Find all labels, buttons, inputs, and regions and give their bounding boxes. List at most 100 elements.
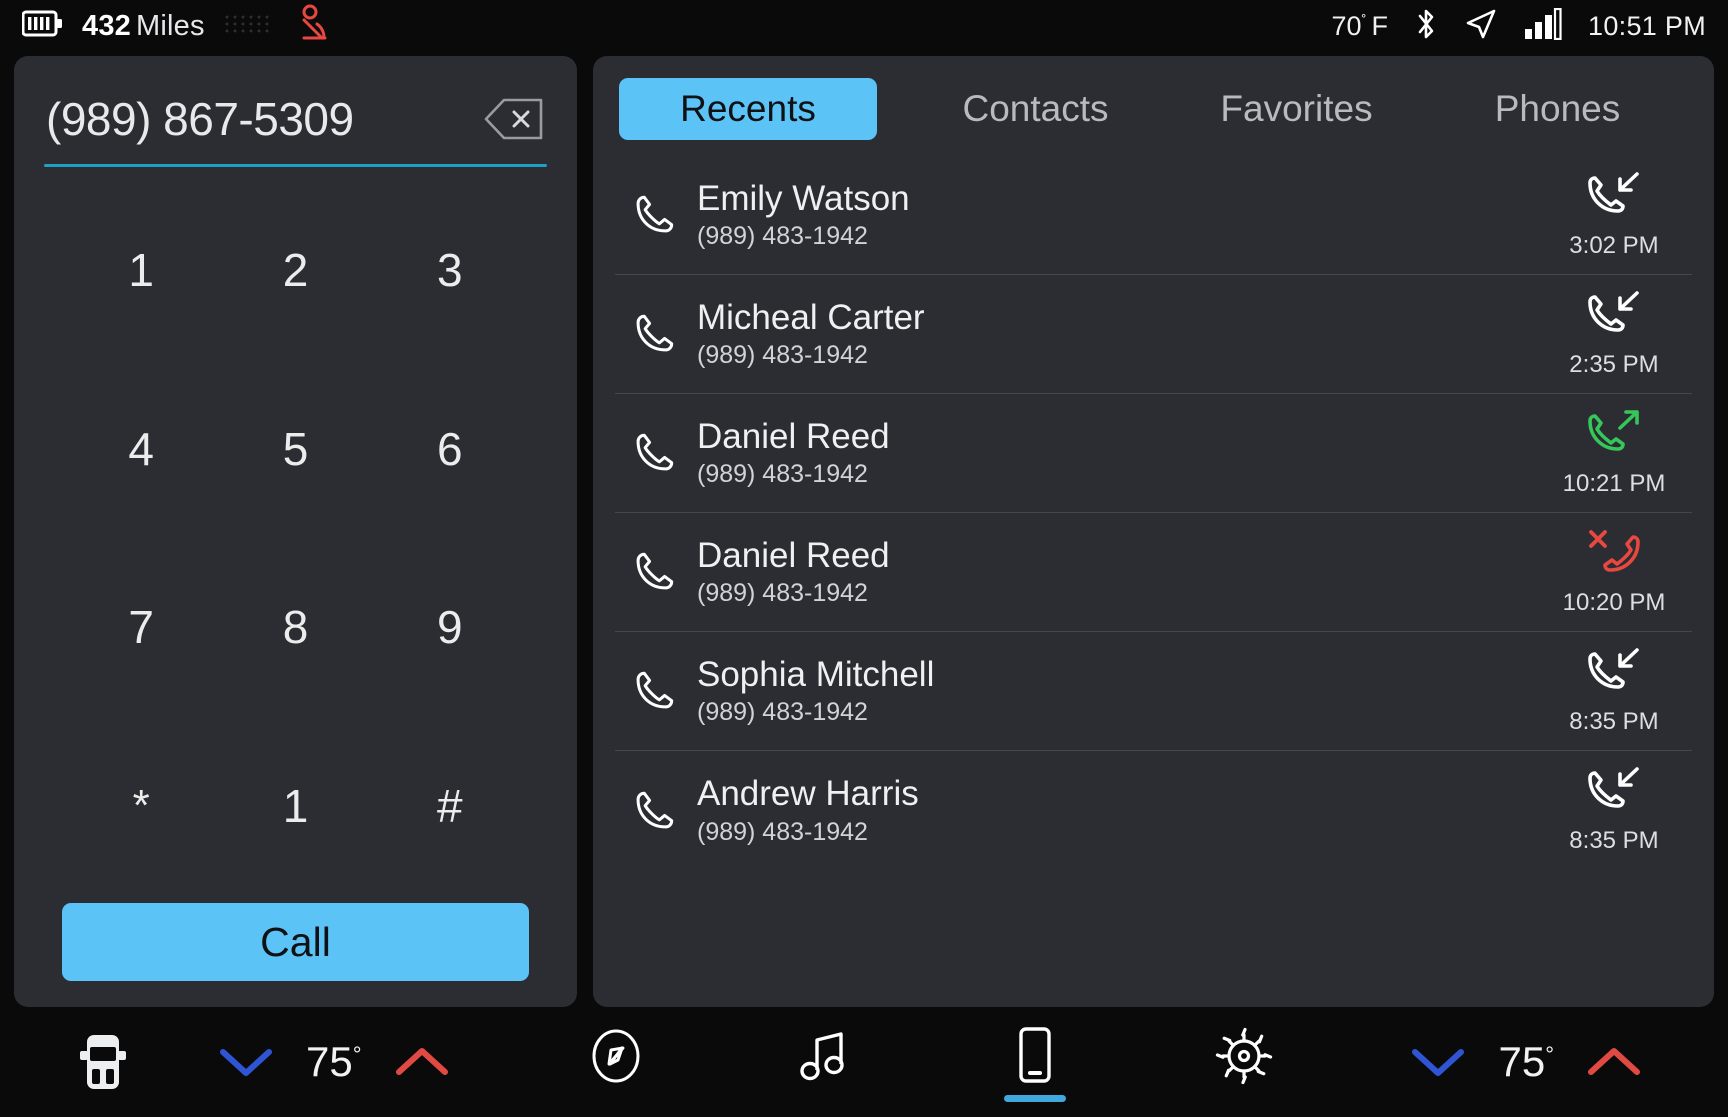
call-time: 10:20 PM [1562, 588, 1666, 616]
call-row-meta: 10:20 PM [1542, 528, 1692, 617]
call-log-row[interactable]: Daniel Reed (989) 483-1942 10:20 PM [615, 513, 1692, 632]
app-nav-bar [452, 1022, 1409, 1102]
bluetooth-icon [1414, 7, 1438, 46]
tab-phones[interactable]: Phones [1427, 78, 1688, 140]
dialpad-key-2[interactable]: 2 [218, 181, 372, 360]
dialed-number-row: (989) 867-5309 [44, 78, 547, 158]
call-row-info: Sophia Mitchell (989) 483-1942 [693, 654, 1542, 727]
contact-name: Andrew Harris [697, 774, 919, 813]
handset-icon [615, 549, 693, 595]
call-button[interactable]: Call [62, 903, 529, 981]
outgoing-call-icon [1588, 409, 1639, 451]
outside-temperature: 70 ˚ F [1331, 11, 1388, 42]
cellular-signal-icon [1524, 7, 1562, 45]
incoming-call-icon [1588, 647, 1639, 689]
handset-icon [615, 788, 693, 834]
dialpad-key-9[interactable]: 9 [373, 538, 527, 717]
call-log-row[interactable]: Sophia Mitchell (989) 483-1942 8:35 PM [615, 632, 1692, 751]
call-time: 10:21 PM [1562, 469, 1666, 497]
chevron-up-icon[interactable] [392, 1042, 452, 1082]
status-bar-right: 70 ˚ F 10:51 PM [1331, 7, 1706, 46]
status-bar-left: 432 Miles [21, 4, 331, 49]
call-row-info: Daniel Reed (989) 483-1942 [693, 418, 1542, 488]
bottom-toolbar: 75 ° 75 ° [0, 1007, 1728, 1117]
dialpad-key-8[interactable]: 8 [218, 538, 372, 717]
dialpad-key-bottom-middle[interactable]: 1 [218, 717, 372, 896]
chevron-up-icon-right[interactable] [1584, 1042, 1644, 1082]
handset-icon [615, 192, 693, 238]
incoming-call-icon [1588, 171, 1639, 213]
call-log-row[interactable]: Emily Watson (989) 483-1942 3:02 PM [615, 156, 1692, 275]
climate-control-left: 75 ° [216, 1038, 452, 1086]
main-content: (989) 867-5309 1 2 3 4 5 6 7 8 9 * 1 # C… [0, 52, 1728, 1007]
right-temp-value: 75 [1498, 1038, 1546, 1085]
nav-item-media[interactable] [780, 1023, 870, 1101]
call-time: 8:35 PM [1569, 827, 1659, 854]
chevron-down-icon[interactable] [216, 1042, 276, 1082]
battery-icon [21, 10, 64, 42]
call-row-info: Andrew Harris (989) 483-1942 [693, 774, 1542, 845]
left-temperature: 75 ° [306, 1038, 362, 1086]
dialpad-key-7[interactable]: 7 [64, 538, 218, 717]
dialpad-key-pound[interactable]: # [373, 717, 527, 896]
tab-contacts[interactable]: Contacts [905, 78, 1166, 140]
tab-favorites[interactable]: Favorites [1166, 78, 1427, 140]
tab-recents[interactable]: Recents [619, 78, 877, 140]
dialpad-key-6[interactable]: 6 [373, 360, 527, 539]
degree-symbol: ˚ [1361, 12, 1367, 30]
call-row-meta: 8:35 PM [1542, 647, 1692, 736]
call-row-meta: 3:02 PM [1542, 171, 1692, 260]
contact-name: Micheal Carter [697, 297, 925, 337]
dialpad-key-star[interactable]: * [64, 717, 218, 896]
range-unit: Miles [136, 9, 205, 42]
dialed-number-display[interactable]: (989) 867-5309 [46, 92, 475, 146]
temp-unit: F [1371, 10, 1389, 41]
handset-icon [615, 311, 693, 357]
range-readout: 432 Miles [82, 10, 205, 43]
phone-indicator-active [1003, 1095, 1066, 1102]
call-row-info: Emily Watson (989) 483-1942 [693, 180, 1542, 250]
incoming-call-icon [1588, 290, 1639, 332]
backspace-delete-icon[interactable] [483, 96, 545, 142]
nav-item-settings[interactable] [1199, 1023, 1289, 1101]
call-row-meta: 2:35 PM [1542, 290, 1692, 379]
nav-item-phone[interactable] [990, 1022, 1080, 1102]
dialpad-key-4[interactable]: 4 [64, 360, 218, 539]
chevron-down-icon-right[interactable] [1408, 1042, 1468, 1082]
left-temp-value: 75 [306, 1038, 353, 1085]
contact-number: (989) 483-1942 [697, 698, 868, 727]
navigation-arrow-icon [1464, 8, 1498, 45]
left-degree-symbol: ° [352, 1042, 362, 1067]
right-degree-symbol: ° [1545, 1042, 1554, 1067]
nav-indicator [585, 1093, 647, 1100]
dialpad-key-3[interactable]: 3 [373, 181, 527, 360]
seatbelt-warning-icon [295, 4, 331, 49]
status-clock: 10:51 PM [1588, 10, 1706, 41]
call-row-info: Daniel Reed (989) 483-1942 [693, 535, 1542, 607]
dialpad-panel: (989) 867-5309 1 2 3 4 5 6 7 8 9 * 1 # C… [14, 56, 577, 1007]
nav-item-navigation[interactable] [571, 1024, 661, 1100]
call-log-row[interactable]: Andrew Harris (989) 483-1942 8:35 PM [615, 751, 1692, 870]
call-time: 2:35 PM [1569, 350, 1659, 378]
infotainment-screen: 432 Miles 70 ˚ F 10:51 PM (989) 867-5309… [0, 0, 1728, 1117]
media-indicator [794, 1094, 856, 1101]
call-direction-icon [1586, 766, 1642, 821]
call-direction-icon [1586, 647, 1642, 702]
call-direction-icon [1586, 290, 1642, 345]
call-row-info: Micheal Carter (989) 483-1942 [693, 297, 1542, 369]
call-time: 8:35 PM [1569, 707, 1659, 735]
dialpad-key-5[interactable]: 5 [218, 360, 372, 539]
call-direction-icon [1586, 409, 1642, 464]
phone-list-panel: Recents Contacts Favorites Phones Emily … [593, 56, 1714, 1007]
call-log-row[interactable]: Micheal Carter (989) 483-1942 2:35 PM [615, 275, 1692, 394]
contact-name: Sophia Mitchell [697, 654, 935, 694]
dialpad-key-1[interactable]: 1 [64, 181, 218, 360]
contact-name: Daniel Reed [697, 535, 890, 575]
vehicle-truck-icon[interactable] [44, 1031, 162, 1093]
right-temperature: 75 ° [1498, 1038, 1554, 1086]
call-log-row[interactable]: Daniel Reed (989) 483-1942 10:21 PM [615, 394, 1692, 513]
climate-control-right: 75 ° [1408, 1038, 1644, 1086]
tab-bar: Recents Contacts Favorites Phones [593, 56, 1714, 156]
dialpad-keys: 1 2 3 4 5 6 7 8 9 * 1 # [44, 167, 547, 899]
call-row-meta: 10:21 PM [1542, 409, 1692, 498]
